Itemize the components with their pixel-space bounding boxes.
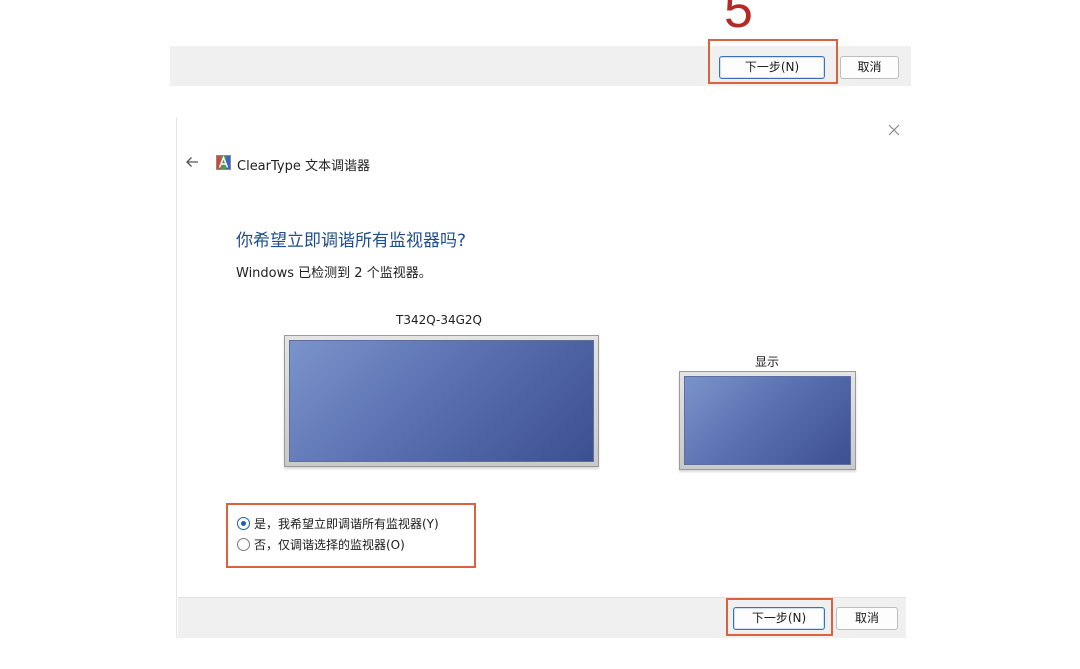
close-icon[interactable] [886, 122, 902, 138]
monitor-label-2: 显示 [755, 355, 780, 369]
highlight-box-step6 [226, 503, 476, 568]
monitor-graphic-1 [284, 335, 599, 467]
monitor-screen-1 [289, 340, 594, 462]
back-arrow-icon[interactable] [184, 154, 200, 170]
monitor-label-1: T342Q-34G2Q [396, 313, 482, 327]
cancel-button[interactable]: 取消 [836, 607, 898, 630]
monitor-graphic-2 [679, 371, 856, 470]
cleartype-app-icon [216, 155, 231, 170]
highlight-box-step5 [708, 39, 838, 84]
monitor-screen-2 [684, 376, 851, 465]
detected-monitors-text: Windows 已检测到 2 个监视器。 [236, 266, 432, 281]
highlight-box-step7 [726, 598, 833, 636]
top-cancel-button[interactable]: 取消 [840, 56, 899, 79]
page-title: 你希望立即调谐所有监视器吗? [236, 231, 467, 251]
app-title: ClearType 文本调谐器 [237, 159, 370, 174]
step-number-5: 5 [724, 0, 753, 39]
